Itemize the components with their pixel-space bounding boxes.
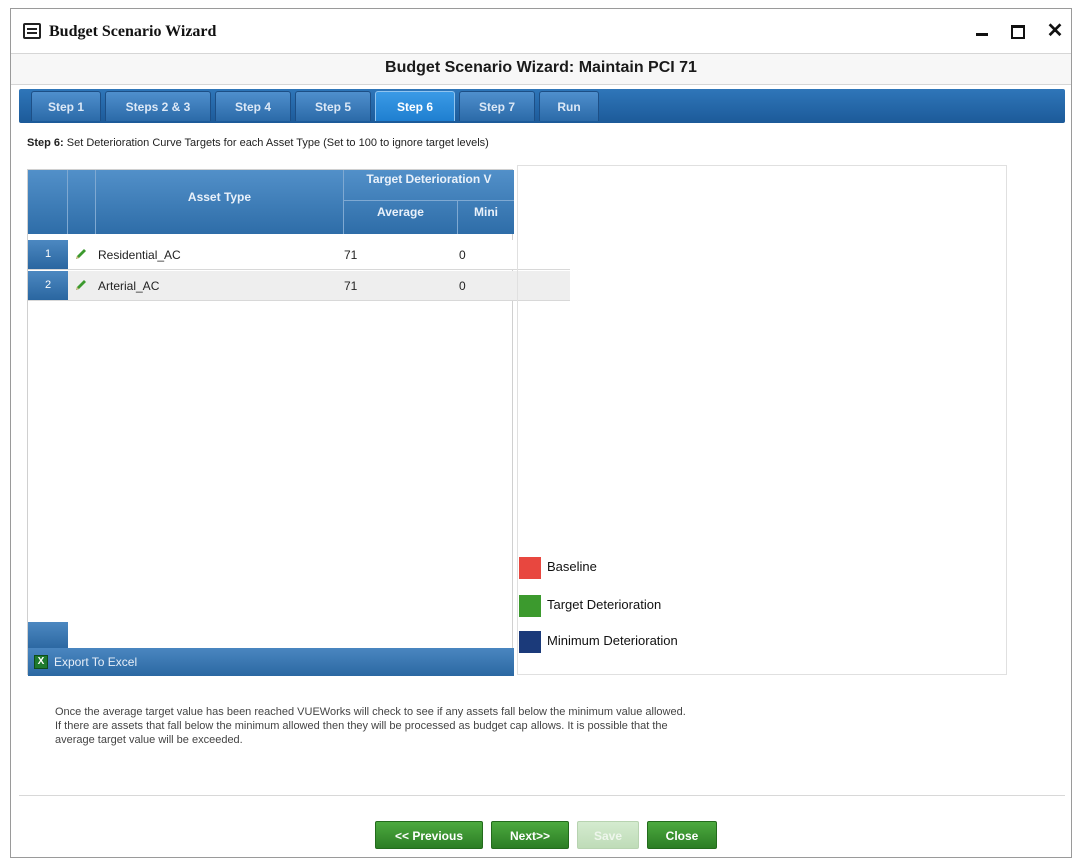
step-text: Set Deterioration Curve Targets for each…	[66, 137, 489, 149]
table-row[interactable]: 2 Arterial_AC 71 0	[28, 271, 570, 301]
edit-column-header	[68, 170, 96, 234]
minimize-button[interactable]	[969, 19, 995, 43]
note-line: Once the average target value has been r…	[55, 706, 686, 718]
row-number-header	[28, 170, 68, 234]
footer-divider	[19, 795, 1065, 796]
note-line: average target value will be exceeded.	[55, 734, 243, 746]
table-row[interactable]: 1 Residential_AC 71 0	[28, 240, 570, 270]
wizard-title: Budget Scenario Wizard: Maintain PCI 71	[385, 59, 697, 76]
previous-button[interactable]: << Previous	[375, 821, 483, 849]
legend-label: Baseline	[547, 559, 597, 574]
close-icon: ✕	[1046, 20, 1064, 42]
asset-type-cell: Residential_AC	[98, 248, 181, 262]
wizard-header: Budget Scenario Wizard: Maintain PCI 71	[11, 53, 1071, 85]
close-window-button[interactable]: ✕	[1042, 19, 1068, 43]
minimize-icon	[976, 33, 988, 36]
tab-run[interactable]: Run	[539, 91, 599, 121]
excel-icon: X	[34, 655, 48, 669]
legend-label: Minimum Deterioration	[547, 633, 678, 648]
pencil-edit-icon[interactable]	[74, 247, 88, 261]
asset-type-cell: Arterial_AC	[98, 279, 160, 293]
tab-step-1[interactable]: Step 1	[31, 91, 101, 121]
tab-steps-2-3[interactable]: Steps 2 & 3	[105, 91, 211, 121]
average-cell[interactable]: 71	[344, 271, 357, 301]
minimum-cell[interactable]: 0	[459, 240, 466, 270]
step-tab-bar: Step 1 Steps 2 & 3 Step 4 Step 5 Step 6 …	[19, 89, 1065, 123]
minimum-header[interactable]: Mini	[458, 201, 514, 234]
target-deterioration-header: Target Deterioration V	[366, 172, 492, 186]
baseline-swatch	[519, 557, 541, 579]
window-title: Budget Scenario Wizard	[49, 23, 217, 40]
info-note: Once the average target value has been r…	[55, 705, 915, 747]
step-prefix: Step 6:	[27, 137, 64, 149]
asset-type-grid: Asset Type Target Deterioration V Averag…	[27, 169, 570, 676]
tab-step-6[interactable]: Step 6	[375, 91, 455, 121]
target-swatch	[519, 595, 541, 617]
step-description: Step 6: Set Deterioration Curve Targets …	[27, 137, 489, 149]
grid-footer-corner	[28, 622, 68, 650]
budget-scenario-wizard-window: Budget Scenario Wizard ✕ Budget Scenario…	[10, 8, 1072, 858]
maximize-icon	[1011, 25, 1025, 39]
tab-step-4[interactable]: Step 4	[215, 91, 291, 121]
tab-step-5[interactable]: Step 5	[295, 91, 371, 121]
app-window-icon	[23, 23, 41, 39]
maximize-button[interactable]	[1005, 19, 1031, 43]
row-number: 2	[28, 271, 68, 300]
pencil-edit-icon[interactable]	[74, 278, 88, 292]
save-button[interactable]: Save	[577, 821, 639, 849]
tab-step-7[interactable]: Step 7	[459, 91, 535, 121]
minimum-swatch	[519, 631, 541, 653]
note-line: If there are assets that fall below the …	[55, 720, 668, 732]
legend-label: Target Deterioration	[547, 597, 662, 612]
grid-header: Asset Type Target Deterioration V Averag…	[28, 170, 514, 234]
minimum-cell[interactable]: 0	[459, 271, 466, 301]
export-label: Export To Excel	[54, 655, 138, 669]
next-button[interactable]: Next>>	[491, 821, 569, 849]
average-cell[interactable]: 71	[344, 240, 357, 270]
export-to-excel-button[interactable]: X Export To Excel	[28, 648, 514, 676]
title-bar: Budget Scenario Wizard ✕	[11, 9, 1071, 53]
close-button[interactable]: Close	[647, 821, 717, 849]
asset-type-header[interactable]: Asset Type	[96, 170, 344, 234]
average-header[interactable]: Average	[344, 201, 458, 234]
row-number: 1	[28, 240, 68, 269]
